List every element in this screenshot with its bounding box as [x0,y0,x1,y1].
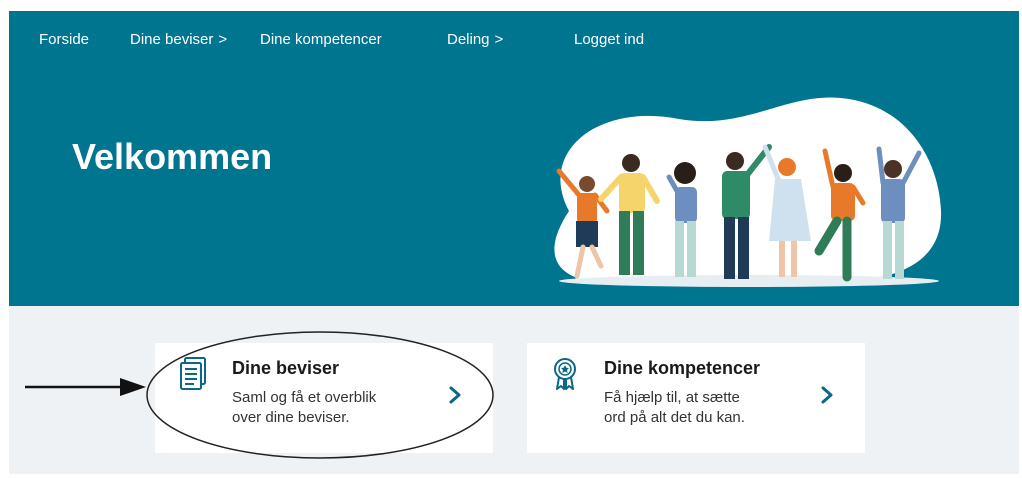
nav-item-label: Deling [447,31,490,48]
hero-banner: Forside Dine beviser > Dine kompetencer D… [9,11,1019,306]
nav-item-label: Dine beviser [130,31,214,48]
nav-item-dine-beviser[interactable]: Dine beviser > [130,31,227,49]
top-navigation: Forside Dine beviser > Dine kompetencer D… [9,11,1019,69]
nav-item-label: Logget ind [574,31,645,48]
card-dine-beviser[interactable]: Dine beviser Saml og få et overblik over… [155,343,493,453]
nav-item-logget-ind[interactable]: Logget ind [574,31,644,49]
card-description-line: ord på alt det du kan. [604,409,745,426]
page-title: Velkommen [72,136,273,177]
shortcut-section: Dine beviser Saml og få et overblik over… [9,306,1019,474]
nav-item-label: Forside [39,31,90,48]
chevron-right-icon [449,386,461,404]
nav-item-dine-kompetencer[interactable]: Dine kompetencer [260,31,382,49]
award-ribbon-icon [554,358,576,390]
card-description-line: Få hjælp til, at sætte [604,389,740,406]
chevron-right-icon: > [494,31,504,48]
people-celebrating-illustration [554,97,942,287]
card-description: Få hjælp til, at sætte ord på alt det du… [604,388,804,428]
card-description-line: Saml og få et overblik [232,389,377,406]
nav-item-deling[interactable]: Deling > [447,31,503,49]
chevron-right-icon: > [218,31,228,48]
nav-item-label: Dine kompetencer [260,31,382,48]
chevron-right-icon [821,386,833,404]
documents-icon [180,357,206,390]
card-description-line: over dine beviser. [232,409,350,426]
card-title: Dine kompetencer [604,358,761,378]
card-dine-kompetencer[interactable]: Dine kompetencer Få hjælp til, at sætte … [527,343,865,453]
card-description: Saml og få et overblik over dine beviser… [232,388,432,428]
nav-item-forside[interactable]: Forside [39,31,89,49]
card-title: Dine beviser [232,358,340,378]
